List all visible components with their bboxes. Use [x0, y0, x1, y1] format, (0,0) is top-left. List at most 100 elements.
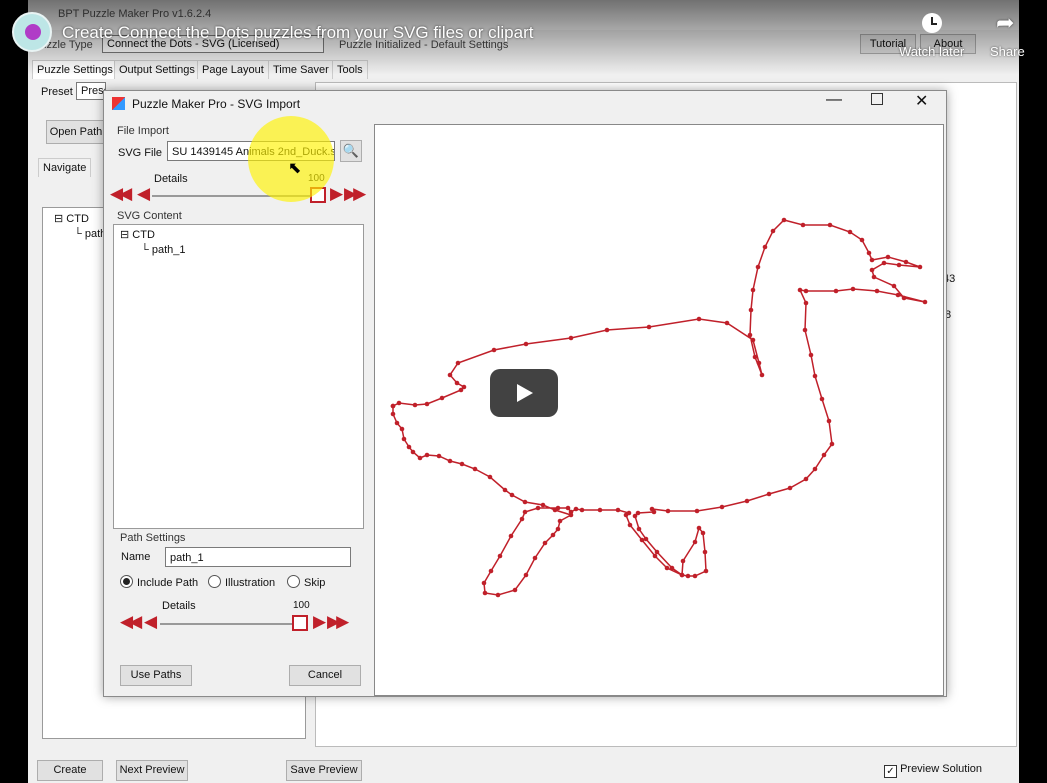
path-node-dot — [680, 558, 686, 564]
cancel-button[interactable]: Cancel — [289, 665, 361, 686]
path-node-dot — [439, 395, 445, 401]
use-paths-button[interactable]: Use Paths — [120, 665, 192, 686]
path-node-dot — [703, 568, 709, 574]
path-node-dot — [694, 508, 700, 514]
maximize-icon[interactable] — [871, 93, 883, 105]
details-label-2: Details — [162, 600, 196, 612]
path-node-dot — [917, 264, 923, 270]
preview-solution-checkbox[interactable]: ✓ Preview Solution — [884, 763, 982, 778]
share-label[interactable]: Share — [990, 44, 1025, 59]
browse-search-icon[interactable]: 🔍 — [340, 140, 362, 162]
path-node-dot — [803, 300, 809, 306]
rewind-icon-2[interactable]: ◀ — [144, 612, 157, 632]
path-node-dot — [752, 354, 758, 360]
path-node-dot — [447, 458, 453, 464]
path-node-dot — [871, 274, 877, 280]
channel-avatar[interactable] — [12, 12, 52, 52]
open-path-button[interactable]: Open Path — [46, 120, 106, 144]
path-node-dot — [770, 228, 776, 234]
path-node-dot — [424, 401, 430, 407]
nav-tree-root[interactable]: ⊟ CTD — [54, 212, 89, 225]
path-node-dot — [669, 565, 675, 571]
tab-output-settings[interactable]: Output Settings — [114, 60, 200, 79]
path-node-dot — [750, 337, 756, 343]
details-slider-thumb-2[interactable] — [292, 615, 308, 631]
path-node-dot — [724, 320, 730, 326]
path-node-dot — [509, 492, 515, 498]
tab-time-saver[interactable]: Time Saver — [268, 60, 334, 79]
path-node-dot — [802, 327, 808, 333]
save-preview-button[interactable]: Save Preview — [286, 760, 362, 781]
path-node-dot — [874, 288, 880, 294]
path-node-dot — [552, 507, 558, 513]
close-icon[interactable]: ✕ — [915, 91, 928, 111]
forward-fast-icon[interactable]: ▶▶ — [344, 184, 366, 204]
path-node-dot — [859, 237, 865, 243]
radio-illustration[interactable]: Illustration — [208, 575, 275, 589]
path-node-dot — [895, 292, 901, 298]
path-node-dot — [896, 262, 902, 268]
path-node-dot — [390, 411, 396, 417]
forward-icon-2[interactable]: ▶ — [313, 612, 326, 632]
path-node-dot — [685, 573, 691, 579]
path-node-dot — [679, 572, 685, 578]
svg-tree-child[interactable]: └ path_1 — [141, 244, 186, 256]
path-node-dot — [568, 335, 574, 341]
rewind-fast-icon[interactable]: ◀◀ — [110, 184, 132, 204]
forward-icon[interactable]: ▶ — [330, 184, 343, 204]
minimize-icon[interactable]: — — [826, 91, 842, 109]
path-node-dot — [481, 580, 487, 586]
path-node-dot — [866, 250, 872, 256]
path-node-dot — [472, 466, 478, 472]
path-node-dot — [495, 592, 501, 598]
path-node-dot — [762, 244, 768, 250]
path-node-dot — [850, 286, 856, 292]
next-preview-button[interactable]: Next Preview — [116, 760, 188, 781]
svg-tree-root[interactable]: ⊟ CTD — [120, 228, 155, 241]
preset-select[interactable]: Prese — [76, 82, 106, 100]
radio-include-path[interactable]: Include Path — [120, 575, 198, 589]
radio-skip-label: Skip — [304, 577, 326, 589]
path-node-dot — [747, 332, 753, 338]
path-node-dot — [636, 526, 642, 532]
create-button[interactable]: Create — [37, 760, 103, 781]
path-node-dot — [812, 466, 818, 472]
watch-later-label[interactable]: Watch later — [899, 44, 964, 59]
path-node-dot — [399, 426, 405, 432]
path-node-dot — [901, 295, 907, 301]
app-icon — [112, 97, 125, 110]
svg-file-label: SVG File — [118, 147, 163, 159]
path-node-dot — [827, 222, 833, 228]
path-node-dot — [639, 537, 645, 543]
path-node-dot — [797, 287, 803, 293]
details-slider-track-2[interactable] — [160, 623, 292, 625]
path-node-dot — [881, 260, 887, 266]
path-node-dot — [651, 509, 657, 515]
tab-tools[interactable]: Tools — [332, 60, 368, 79]
path-node-dot — [508, 533, 514, 539]
path-node-dot — [406, 444, 412, 450]
clock-icon[interactable] — [922, 13, 942, 33]
tab-navigate[interactable]: Navigate — [38, 158, 92, 177]
tab-page-layout[interactable]: Page Layout — [197, 60, 269, 79]
video-title[interactable]: Create Connect the Dots puzzles from you… — [62, 23, 533, 43]
rewind-icon[interactable]: ◀ — [137, 184, 150, 204]
forward-fast-icon-2[interactable]: ▶▶ — [327, 612, 349, 632]
path-name-input[interactable]: path_1 — [165, 547, 351, 567]
path-node-dot — [436, 453, 442, 459]
path-node-dot — [488, 568, 494, 574]
svg-content-group: SVG Content — [117, 210, 182, 222]
path-node-dot — [394, 420, 400, 426]
path-node-dot — [461, 384, 467, 390]
path-node-dot — [885, 254, 891, 260]
path-node-dot — [555, 526, 561, 532]
path-node-dot — [652, 553, 658, 559]
dialog-title: Puzzle Maker Pro - SVG Import — [132, 97, 301, 111]
share-arrow-icon[interactable]: ➦ — [996, 10, 1014, 36]
path-node-dot — [903, 259, 909, 265]
path-node-dot — [781, 217, 787, 223]
tab-puzzle-settings[interactable]: Puzzle Settings — [32, 60, 118, 79]
rewind-fast-icon-2[interactable]: ◀◀ — [120, 612, 142, 632]
play-button[interactable] — [490, 369, 558, 417]
radio-skip[interactable]: Skip — [287, 575, 325, 589]
